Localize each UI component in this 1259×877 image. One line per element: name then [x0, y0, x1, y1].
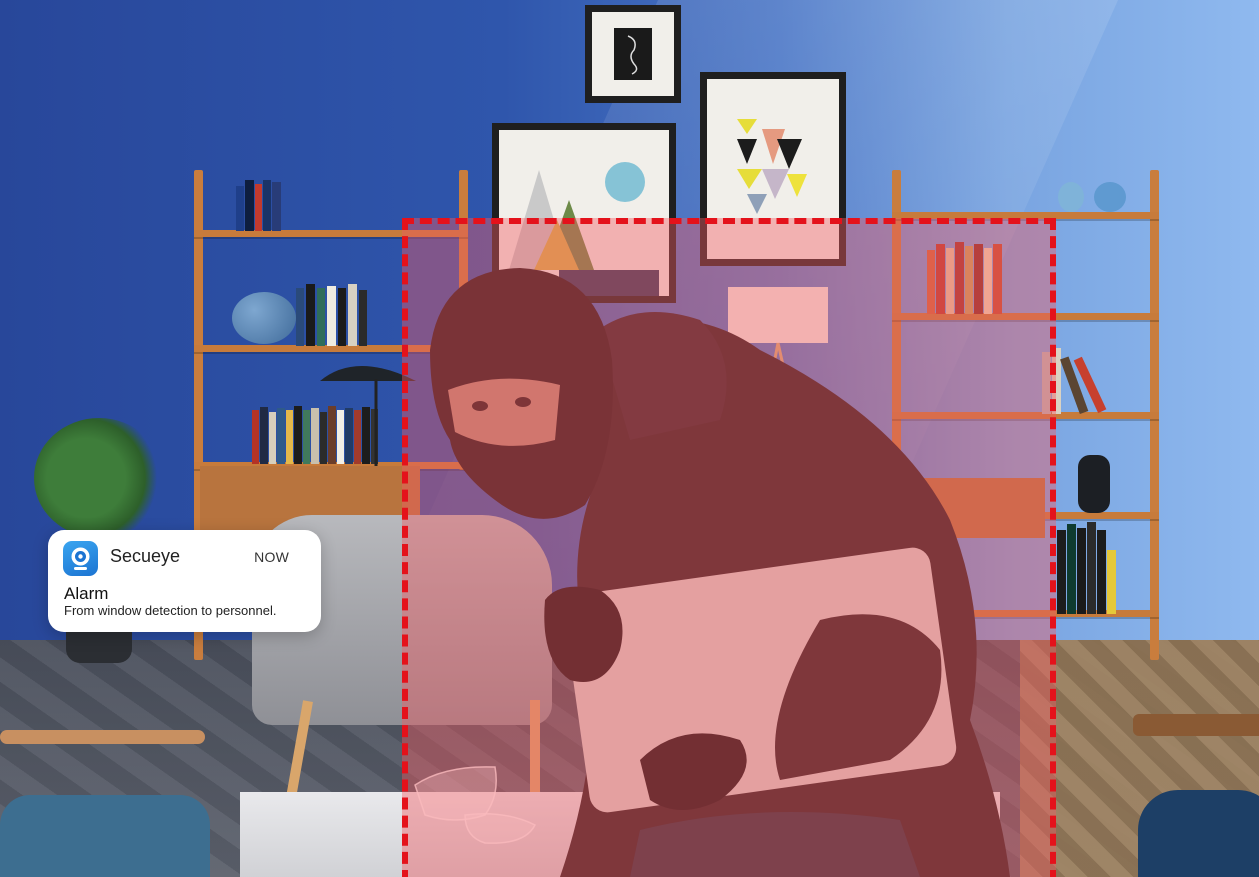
camera-eye-icon: [63, 541, 98, 576]
push-notification[interactable]: Secueye NOW Alarm From window detection …: [48, 530, 321, 632]
notification-body: From window detection to personnel.: [64, 603, 277, 618]
detection-zone-border: [402, 218, 1056, 877]
notification-title: Alarm: [64, 584, 109, 603]
notification-app-name: Secueye: [110, 546, 181, 566]
notification-time: NOW: [254, 549, 289, 565]
living-room-scene: [0, 0, 1259, 877]
